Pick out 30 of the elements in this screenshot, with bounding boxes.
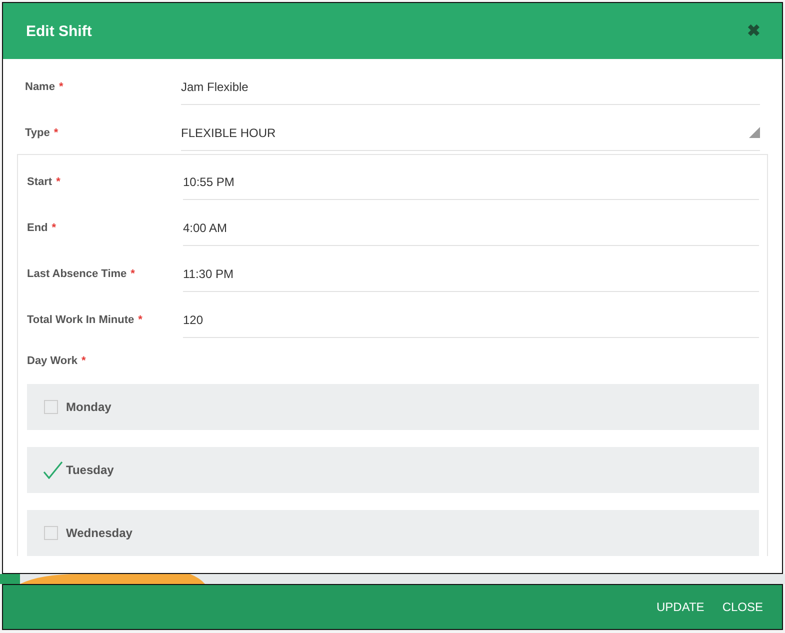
- field-label: Total Work In Minute: [27, 314, 134, 326]
- checkbox[interactable]: [44, 526, 58, 540]
- name-field[interactable]: Jam Flexible: [181, 69, 760, 105]
- update-button[interactable]: UPDATE: [652, 594, 710, 620]
- required-mark: *: [58, 81, 64, 93]
- required-mark: *: [82, 355, 86, 367]
- required-mark: *: [130, 268, 135, 280]
- field-label: Type: [25, 127, 50, 139]
- field-label: Last Absence Time: [27, 268, 127, 280]
- time-field[interactable]: 10:55 PM: [183, 164, 759, 200]
- field-label: Name: [25, 81, 55, 93]
- time-field[interactable]: 120: [183, 302, 759, 338]
- day-option[interactable]: Monday: [27, 384, 759, 430]
- field-label: Start: [27, 176, 52, 188]
- close-button[interactable]: CLOSE: [717, 594, 768, 620]
- checkmark-icon[interactable]: [43, 461, 63, 479]
- field-label: Day Work: [27, 355, 78, 367]
- time-field[interactable]: 4:00 AM: [183, 210, 759, 246]
- time-field[interactable]: 11:30 PM: [183, 256, 759, 292]
- required-mark: *: [138, 314, 142, 326]
- checkbox[interactable]: [44, 400, 58, 414]
- day-option[interactable]: Wednesday: [27, 510, 759, 556]
- required-mark: *: [56, 176, 60, 188]
- required-mark: *: [54, 127, 58, 139]
- dropdown-icon: [749, 127, 760, 138]
- type-select[interactable]: FLEXIBLE HOUR: [181, 115, 760, 151]
- field-label: End: [27, 222, 48, 234]
- dialog-title: Edit Shift: [26, 22, 92, 40]
- required-mark: *: [52, 222, 56, 234]
- day-option[interactable]: Tuesday: [27, 447, 759, 493]
